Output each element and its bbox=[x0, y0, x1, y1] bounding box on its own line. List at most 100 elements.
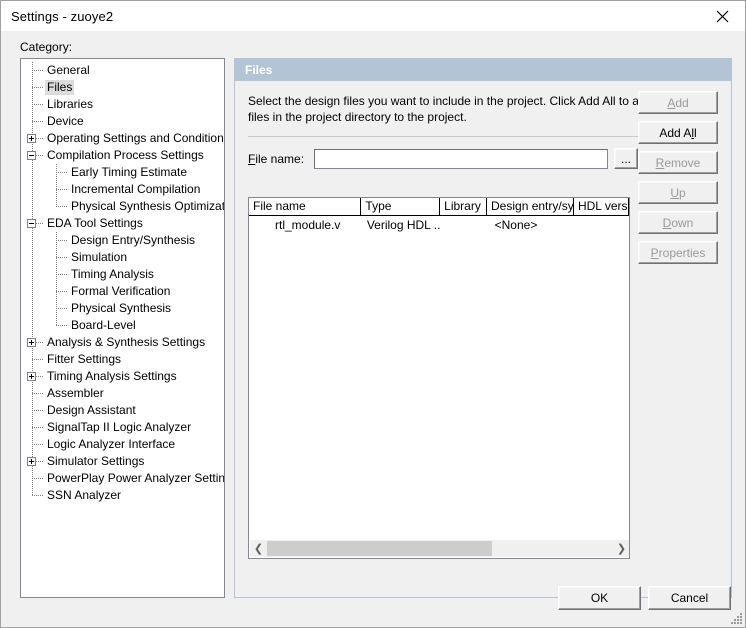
scrollbar-thumb[interactable] bbox=[267, 541, 492, 556]
tree-item-incremental-compilation[interactable]: Incremental Compilation bbox=[21, 181, 224, 198]
column-header[interactable]: Design entry/sy... bbox=[487, 198, 574, 215]
chevron-left-icon[interactable]: ❮ bbox=[250, 540, 267, 557]
title-bar: Settings - zuoye2 bbox=[1, 1, 745, 31]
tree-item-label: Design Assistant bbox=[47, 403, 136, 417]
tree-item-signaltap-ii-logic-analyzer[interactable]: SignalTap II Logic Analyzer bbox=[21, 419, 224, 436]
tree-item-board-level[interactable]: Board-Level bbox=[21, 317, 224, 334]
tree-item-simulator-settings[interactable]: Simulator Settings bbox=[21, 453, 224, 470]
tree-item-device[interactable]: Device bbox=[21, 113, 224, 130]
column-header[interactable]: File name bbox=[249, 198, 362, 215]
tree-connector bbox=[32, 359, 43, 360]
column-header[interactable]: HDL vers bbox=[573, 198, 629, 215]
tree-item-label: Timing Analysis Settings bbox=[47, 369, 177, 383]
tree-connector bbox=[56, 257, 67, 258]
collapse-icon[interactable] bbox=[27, 151, 36, 160]
expand-icon[interactable] bbox=[27, 372, 36, 381]
tree-connector bbox=[32, 121, 43, 122]
tree-item-label: Analysis & Synthesis Settings bbox=[47, 335, 206, 349]
category-tree[interactable]: General Files Libraries Device Operating Set… bbox=[20, 58, 225, 598]
tree-item-assembler[interactable]: Assembler bbox=[21, 385, 224, 402]
dialog-footer: OK Cancel bbox=[1, 569, 745, 627]
tree-connector bbox=[32, 87, 43, 88]
category-tree-list: General Files Libraries Device Operating Set… bbox=[21, 59, 224, 504]
tree-connector bbox=[32, 410, 43, 411]
scrollbar-track[interactable] bbox=[267, 540, 613, 557]
cell-type: Verilog HDL ... bbox=[366, 218, 442, 232]
tree-connector bbox=[32, 495, 43, 496]
filename-label: File name: bbox=[248, 152, 314, 166]
tree-item-simulation[interactable]: Simulation bbox=[21, 249, 224, 266]
tree-connector bbox=[32, 70, 43, 71]
column-header[interactable]: Library bbox=[440, 198, 488, 215]
tree-connector bbox=[32, 444, 43, 445]
tree-connector bbox=[56, 274, 67, 275]
cell-hdl-version bbox=[574, 216, 629, 234]
browse-button[interactable]: ... bbox=[614, 148, 638, 169]
tree-item-label: Simulation bbox=[71, 250, 128, 264]
tree-item-label: Physical Synthesis Optimizations bbox=[71, 199, 225, 213]
chevron-right-icon[interactable]: ❯ bbox=[613, 540, 629, 557]
filename-label-rest: ile name: bbox=[255, 151, 305, 166]
tree-item-general[interactable]: General bbox=[21, 62, 224, 79]
cancel-button[interactable]: Cancel bbox=[648, 586, 731, 610]
file-list[interactable]: File name Type Library Design entry/sy... HD… bbox=[248, 197, 630, 559]
column-header[interactable]: Type bbox=[361, 198, 441, 215]
add-button: Add bbox=[638, 91, 718, 114]
horizontal-scrollbar[interactable]: ❮ ❯ bbox=[250, 540, 629, 557]
close-icon[interactable] bbox=[699, 1, 745, 31]
tree-item-operating-settings-and-conditions[interactable]: Operating Settings and Conditions bbox=[21, 130, 224, 147]
tree-item-label: Files bbox=[45, 80, 75, 95]
tree-connector bbox=[56, 308, 67, 309]
tree-item-label: Fitter Settings bbox=[47, 352, 122, 366]
tree-item-label: Timing Analysis bbox=[71, 267, 154, 281]
filename-input[interactable] bbox=[314, 148, 608, 169]
tree-subtrunk-line bbox=[56, 164, 57, 206]
collapse-icon[interactable] bbox=[27, 219, 36, 228]
tree-item-files[interactable]: Files bbox=[21, 79, 224, 96]
tree-item-label: Libraries bbox=[47, 97, 94, 111]
tree-item-label: Physical Synthesis bbox=[71, 301, 172, 315]
tree-item-timing-analysis[interactable]: Timing Analysis bbox=[21, 266, 224, 283]
tree-item-design-assistant[interactable]: Design Assistant bbox=[21, 402, 224, 419]
tree-connector bbox=[56, 172, 67, 173]
tree-item-label: Board-Level bbox=[71, 318, 136, 332]
tree-item-eda-tool-settings[interactable]: EDA Tool Settings bbox=[21, 215, 224, 232]
table-row[interactable]: rtl_module.v Verilog HDL ... <None> bbox=[249, 216, 629, 234]
tree-item-physical-synthesis-optimizations[interactable]: Physical Synthesis Optimizations bbox=[21, 198, 224, 215]
tree-item-label: General bbox=[47, 63, 90, 77]
tree-item-label: Design Entry/Synthesis bbox=[71, 233, 196, 247]
files-panel: Files Select the design files you want t… bbox=[234, 58, 732, 598]
tree-item-logic-analyzer-interface[interactable]: Logic Analyzer Interface bbox=[21, 436, 224, 453]
tree-item-early-timing-estimate[interactable]: Early Timing Estimate bbox=[21, 164, 224, 181]
category-label: Category: bbox=[20, 40, 73, 54]
remove-button: Remove bbox=[638, 151, 718, 174]
tree-item-label: EDA Tool Settings bbox=[47, 216, 143, 230]
tree-connector bbox=[32, 478, 43, 479]
tree-item-compilation-process-settings[interactable]: Compilation Process Settings bbox=[21, 147, 224, 164]
add-all-button[interactable]: Add All bbox=[638, 121, 718, 144]
properties-button: Properties bbox=[638, 241, 718, 264]
tree-connector bbox=[32, 393, 43, 394]
resize-grip-icon[interactable] bbox=[729, 611, 743, 625]
tree-item-label: Early Timing Estimate bbox=[71, 165, 188, 179]
tree-item-formal-verification[interactable]: Formal Verification bbox=[21, 283, 224, 300]
tree-item-analysis-synthesis-settings[interactable]: Analysis & Synthesis Settings bbox=[21, 334, 224, 351]
tree-item-fitter-settings[interactable]: Fitter Settings bbox=[21, 351, 224, 368]
cell-file-name: rtl_module.v bbox=[275, 218, 341, 232]
expand-icon[interactable] bbox=[27, 338, 36, 347]
ok-button[interactable]: OK bbox=[558, 586, 641, 610]
tree-item-powerplay-power-analyzer-settings[interactable]: PowerPlay Power Analyzer Settings bbox=[21, 470, 224, 487]
tree-connector bbox=[56, 325, 67, 326]
tree-item-timing-analysis-settings[interactable]: Timing Analysis Settings bbox=[21, 368, 224, 385]
tree-connector bbox=[56, 291, 67, 292]
tree-item-label: Compilation Process Settings bbox=[47, 148, 204, 162]
expand-icon[interactable] bbox=[27, 457, 36, 466]
close-glyph bbox=[716, 10, 728, 22]
tree-item-libraries[interactable]: Libraries bbox=[21, 96, 224, 113]
tree-item-label: Formal Verification bbox=[71, 284, 171, 298]
expand-icon[interactable] bbox=[27, 134, 36, 143]
tree-item-physical-synthesis[interactable]: Physical Synthesis bbox=[21, 300, 224, 317]
tree-item-ssn-analyzer[interactable]: SSN Analyzer bbox=[21, 487, 224, 504]
tree-item-label: Simulator Settings bbox=[47, 454, 145, 468]
tree-item-design-entry-synthesis[interactable]: Design Entry/Synthesis bbox=[21, 232, 224, 249]
